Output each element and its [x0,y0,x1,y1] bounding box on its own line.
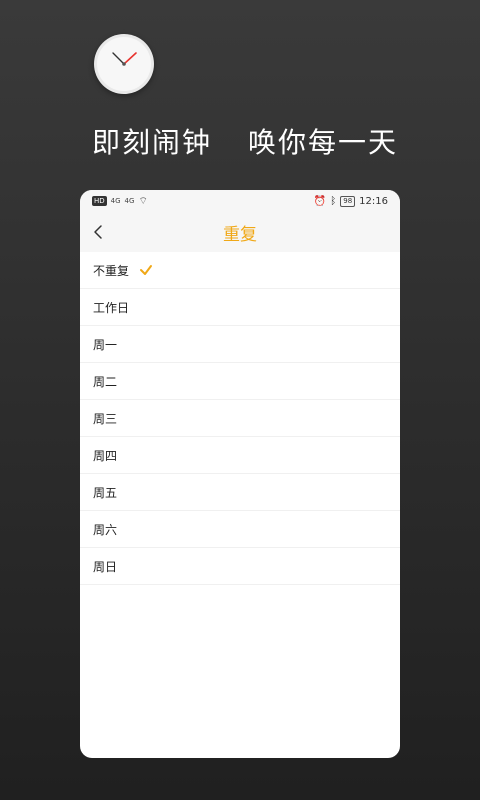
tagline-part-1: 即刻闹钟 [92,126,213,159]
repeat-option-tuesday[interactable]: 周二 [80,363,400,400]
option-label: 周一 [93,337,118,352]
repeat-option-thursday[interactable]: 周四 [80,437,400,474]
back-arrow-icon[interactable] [90,223,108,241]
repeat-option-friday[interactable]: 周五 [80,474,400,511]
status-bar: HD 4G 4G ⌔ ⏰ ᛒ 98 12:16 [80,190,400,212]
repeat-option-none[interactable]: 不重复 [80,252,400,289]
option-label: 不重复 [93,263,130,278]
option-label: 周二 [93,374,118,389]
hd-badge: HD [92,196,107,206]
repeat-option-workdays[interactable]: 工作日 [80,289,400,326]
repeat-option-wednesday[interactable]: 周三 [80,400,400,437]
repeat-option-saturday[interactable]: 周六 [80,511,400,548]
battery-icon: 98 [340,195,356,207]
option-label: 周三 [93,411,118,426]
signal-icon: 4G [110,197,121,205]
repeat-option-sunday[interactable]: 周日 [80,548,400,585]
status-time: 12:16 [359,195,388,207]
checkmark-icon [140,265,153,275]
repeat-options-list: 不重复 工作日 周一 周二 周三 周四 周五 周六 周日 [80,252,400,585]
option-label: 周日 [93,559,118,574]
clock-logo-icon [94,34,154,94]
signal-icon-2: 4G [124,197,135,205]
wifi-icon: ⌔ [138,195,148,207]
alarm-icon: ⏰ [313,195,327,207]
repeat-option-monday[interactable]: 周一 [80,326,400,363]
option-label: 周五 [93,485,118,500]
page-title: 重复 [223,224,257,245]
option-label: 周四 [93,448,118,463]
promo-tagline: 即刻闹钟 唤你每一天 [92,121,412,161]
nav-bar: 重复 [80,212,400,252]
clock-face-icon [97,37,151,91]
tagline-part-2: 唤你每一天 [248,126,399,159]
option-label: 周六 [93,522,118,537]
option-label: 工作日 [93,300,130,315]
phone-screenshot: HD 4G 4G ⌔ ⏰ ᛒ 98 12:16 重复 不重复 工作日 周一 周二… [80,190,400,758]
bluetooth-icon: ᛒ [330,195,337,207]
